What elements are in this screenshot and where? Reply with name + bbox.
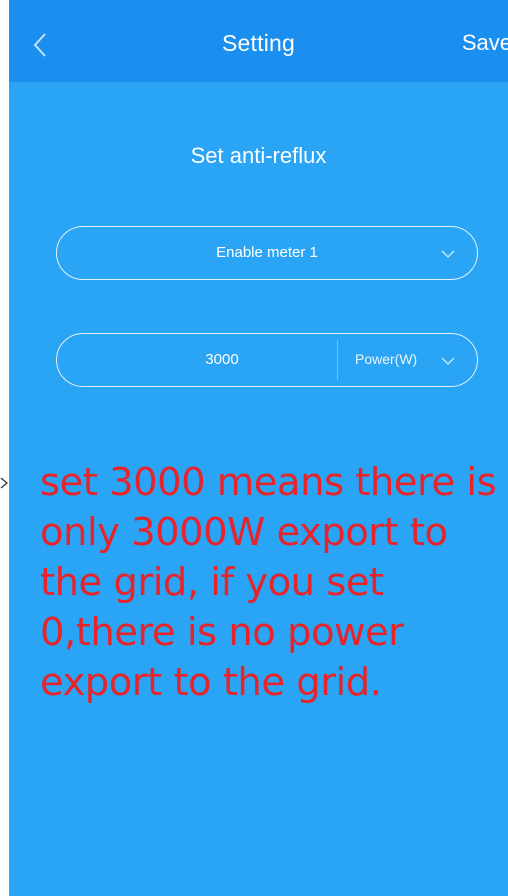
- meter-select-value: Enable meter 1: [216, 244, 318, 261]
- chevron-down-icon: [441, 250, 455, 258]
- section-title: Set anti-reflux: [190, 143, 327, 168]
- field-divider: [337, 340, 338, 380]
- power-limit-field[interactable]: 3000 Power(W): [56, 333, 478, 387]
- annotation-text: set 3000 means there is only 3000W expor…: [40, 460, 497, 705]
- chevron-down-icon: [441, 357, 455, 365]
- save-button[interactable]: Save: [462, 30, 508, 56]
- arrow-tip-icon: [0, 477, 9, 489]
- navbar: Setting Save: [9, 0, 508, 82]
- meter-select[interactable]: Enable meter 1: [56, 226, 478, 280]
- unit-select[interactable]: Power(W): [355, 351, 417, 367]
- page-title: Setting: [221, 30, 295, 56]
- app-screen: Setting Save Set anti-reflux Enable mete…: [9, 0, 508, 896]
